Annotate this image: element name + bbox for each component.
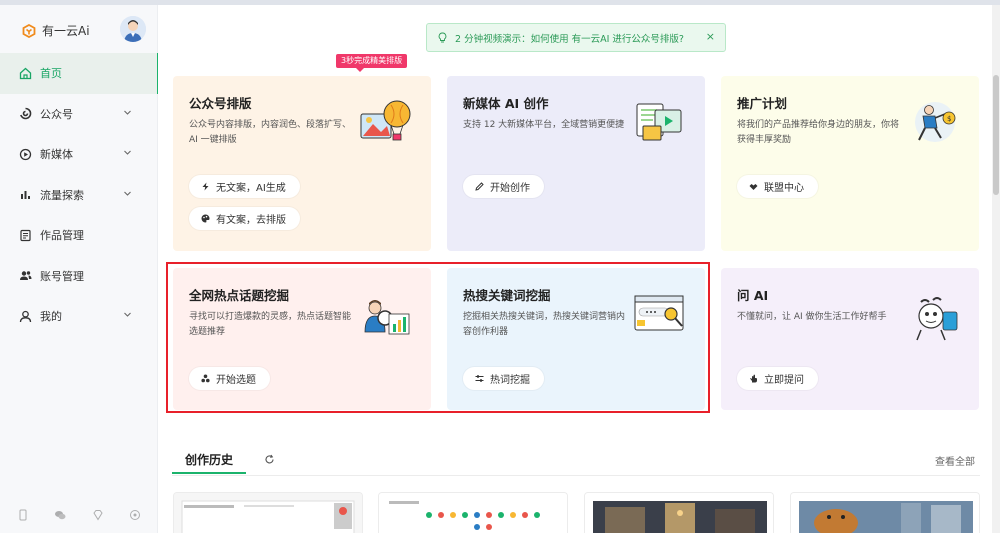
sidebar-item-home[interactable]: 首页 xyxy=(0,53,159,94)
button-label: 开始创作 xyxy=(490,183,530,194)
sidebar-item-label: 首页 xyxy=(40,67,62,81)
scrollbar-track[interactable] xyxy=(992,5,1000,533)
home-icon xyxy=(18,66,32,80)
diamond-icon[interactable] xyxy=(92,509,104,521)
lightbulb-icon xyxy=(438,32,447,43)
tab-creation-history[interactable]: 创作历史 xyxy=(185,451,233,468)
brand-name: 有一云Ai xyxy=(42,24,90,38)
card-title: 新媒体 AI 创作 xyxy=(463,96,549,111)
svg-text:$: $ xyxy=(947,115,951,123)
users-icon xyxy=(18,269,32,283)
hot-air-balloon-illustration-icon xyxy=(360,100,411,141)
wechat-icon[interactable] xyxy=(54,509,66,521)
card-wechat-layout[interactable]: 公众号排版 公众号内容排版，内容润色、段落扩写、AI 一键排版 无文案，AI生成… xyxy=(173,76,431,251)
button-label: 有文案，去排版 xyxy=(216,215,286,226)
highlight-annotation-box xyxy=(166,262,710,413)
brand[interactable]: 有一云Ai xyxy=(22,22,90,39)
sidebar-item-label: 作品管理 xyxy=(40,229,84,243)
view-all-link[interactable]: 查看全部 xyxy=(935,453,975,468)
tip-banner-text: 2 分钟视频演示：如何使用 有一云AI 进行公众号排版? xyxy=(455,33,684,45)
brand-logo-icon xyxy=(22,23,36,38)
swirl-icon xyxy=(18,107,32,121)
street-photo-preview-icon xyxy=(585,493,773,533)
sidebar-item-label: 新媒体 xyxy=(40,148,73,162)
close-icon[interactable]: × xyxy=(706,30,715,43)
button-label: 立即提问 xyxy=(764,375,804,386)
active-tab-underline xyxy=(172,472,246,474)
sidebar-item-mine[interactable]: 我的 xyxy=(0,296,158,337)
phone-icon[interactable] xyxy=(17,509,29,521)
sidebar-item-label: 账号管理 xyxy=(40,269,84,283)
chevron-down-icon xyxy=(124,312,131,317)
alliance-center-button[interactable]: 联盟中心 xyxy=(737,175,818,198)
history-thumbnail[interactable] xyxy=(173,492,363,533)
card-new-media-ai[interactable]: 新媒体 AI 创作 支持 12 大新媒体平台，全域营销更便捷 开始创作 xyxy=(447,76,705,251)
palette-icon xyxy=(201,214,210,223)
history-thumbnail[interactable] xyxy=(584,492,774,533)
sidebar-item-label: 公众号 xyxy=(40,107,73,121)
ask-now-button[interactable]: 立即提问 xyxy=(737,367,818,390)
bar-chart-icon xyxy=(18,188,32,202)
chevron-down-icon xyxy=(124,150,131,155)
card-description: 支持 12 大新媒体平台，全域营销更便捷 xyxy=(463,120,625,130)
user-icon xyxy=(18,309,32,323)
pen-icon xyxy=(475,182,484,191)
chevron-down-icon xyxy=(124,110,131,115)
tip-banner[interactable]: 2 分钟视频演示：如何使用 有一云AI 进行公众号排版? × xyxy=(426,23,726,52)
card-title: 问 AI xyxy=(737,288,769,303)
hand-icon xyxy=(750,374,757,383)
sidebar-item-accounts[interactable]: 账号管理 xyxy=(0,256,158,297)
sidebar-item-works[interactable]: 作品管理 xyxy=(0,215,158,256)
sidebar-item-label: 流量探索 xyxy=(40,188,84,202)
sidebar-nav: 首页 公众号 新媒体 流量探索 作品管理 账号管理 我的 xyxy=(0,53,159,337)
card-ask-ai[interactable]: 问 AI 不懂就问，让 AI 做你生活工作好帮手 立即提问 xyxy=(721,268,979,410)
avatar-person-icon xyxy=(120,16,146,42)
sidebar: 有一云Ai 首页 公众号 新媒体 流量探索 作品管理 账号管理 我的 xyxy=(0,5,159,533)
promo-badge: 3秒完成精美排版 xyxy=(336,54,408,72)
history-thumbnail[interactable] xyxy=(378,492,568,533)
button-label: 联盟中心 xyxy=(764,183,804,194)
chevron-down-icon xyxy=(124,191,131,196)
ai-generate-button[interactable]: 无文案，AI生成 xyxy=(189,175,300,198)
app-root: 有一云Ai 首页 公众号 新媒体 流量探索 作品管理 账号管理 我的 2 分钟视… xyxy=(0,0,1000,533)
coin-runner-illustration-icon: $ xyxy=(915,102,956,142)
settings-icon[interactable] xyxy=(129,509,141,521)
start-creating-button[interactable]: 开始创作 xyxy=(463,175,544,198)
sidebar-item-official-account[interactable]: 公众号 xyxy=(0,94,158,135)
refresh-icon[interactable] xyxy=(264,454,275,465)
avatar[interactable] xyxy=(120,16,146,42)
play-circle-icon xyxy=(18,147,32,161)
card-title: 推广计划 xyxy=(737,96,788,111)
sidebar-footer xyxy=(0,509,158,521)
sidebar-item-traffic-explore[interactable]: 流量探索 xyxy=(0,175,158,216)
media-documents-illustration-icon xyxy=(636,103,682,141)
sidebar-item-new-media[interactable]: 新媒体 xyxy=(0,134,158,175)
document-preview-icon xyxy=(174,493,362,533)
go-layout-button[interactable]: 有文案，去排版 xyxy=(189,207,300,230)
card-promotion-plan[interactable]: 推广计划 将我们的产品推荐给你身边的朋友，你将获得丰厚奖励 $ 联盟中心 xyxy=(721,76,979,251)
lightning-icon xyxy=(202,182,209,191)
dog-photo-preview-icon xyxy=(791,493,979,533)
section-divider xyxy=(172,475,980,476)
card-description: 不懂就问，让 AI 做你生活工作好帮手 xyxy=(737,312,887,322)
document-icon xyxy=(18,228,32,242)
scrollbar-thumb[interactable] xyxy=(993,75,999,195)
icon-grid-preview-icon xyxy=(379,493,567,533)
robot-question-illustration-icon xyxy=(916,297,958,341)
handshake-icon xyxy=(749,184,758,190)
history-thumbnail[interactable] xyxy=(790,492,980,533)
card-title: 公众号排版 xyxy=(189,96,252,111)
sidebar-item-label: 我的 xyxy=(40,310,62,324)
card-description: 将我们的产品推荐给你身边的朋友，你将获得丰厚奖励 xyxy=(737,120,900,145)
button-label: 无文案，AI生成 xyxy=(216,183,286,194)
card-description: 公众号内容排版，内容润色、段落扩写、AI 一键排版 xyxy=(189,120,352,145)
